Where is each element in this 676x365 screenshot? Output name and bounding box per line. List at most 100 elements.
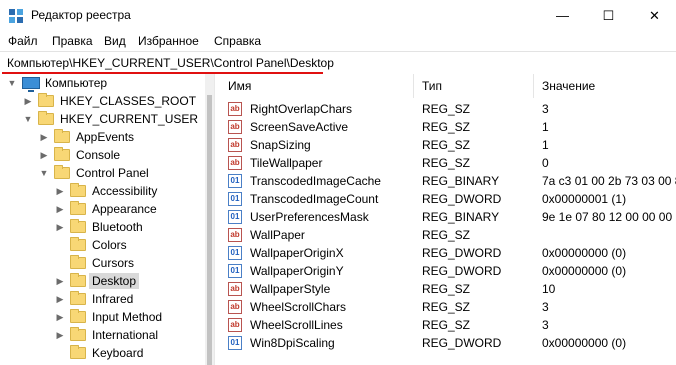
- value-name: RightOverlapChars: [250, 102, 353, 116]
- chevron-right-icon[interactable]: ▶: [38, 132, 50, 143]
- tree-item-infrared[interactable]: ▶ Infrared: [54, 290, 133, 308]
- binary-value-icon: 01: [228, 192, 242, 206]
- value-row[interactable]: ab SnapSizing REG_SZ 1: [220, 136, 676, 154]
- value-name: WallPaper: [250, 228, 305, 242]
- value-row[interactable]: 01 TranscodedImageCache REG_BINARY 7a c3 01…: [220, 172, 676, 190]
- computer-icon: [22, 77, 40, 92]
- tree-item-hkcu[interactable]: ▼ HKEY_CURRENT_USER: [22, 110, 198, 128]
- value-name: ScreenSaveActive: [250, 120, 349, 134]
- folder-icon: [70, 255, 86, 269]
- value-data: 10: [542, 282, 556, 296]
- tree-item-hkcr[interactable]: ▶ HKEY_CLASSES_ROOT: [22, 92, 196, 110]
- menu-view[interactable]: Вид: [104, 34, 126, 48]
- chevron-right-icon[interactable]: ▶: [54, 204, 66, 215]
- tree-item-input-method[interactable]: ▶ Input Method: [54, 308, 162, 326]
- binary-value-icon: 01: [228, 174, 242, 188]
- value-data: 3: [542, 102, 549, 116]
- string-value-icon: ab: [228, 318, 242, 332]
- tree-item-control-panel[interactable]: ▼ Control Panel: [38, 164, 149, 182]
- registry-editor-icon: [9, 9, 23, 23]
- value-row[interactable]: 01 TranscodedImageCount REG_DWORD 0x0000000…: [220, 190, 676, 208]
- close-button[interactable]: ✕: [632, 0, 676, 31]
- value-data: 0: [542, 156, 549, 170]
- tree-item-label: Accessibility: [92, 184, 158, 198]
- folder-icon: [54, 147, 70, 161]
- value-row[interactable]: 01 WallpaperOriginY REG_DWORD 0x00000000 (0…: [220, 262, 676, 280]
- tree-item-appearance[interactable]: ▶ Appearance: [54, 200, 157, 218]
- chevron-down-icon[interactable]: ▼: [22, 114, 34, 124]
- binary-value-icon: 01: [228, 246, 242, 260]
- title-bar[interactable]: Редактор реестра — ☐ ✕: [0, 0, 676, 31]
- value-row[interactable]: 01 WallpaperOriginX REG_DWORD 0x00000000 (0…: [220, 244, 676, 262]
- menu-edit[interactable]: Правка: [52, 34, 93, 48]
- value-row[interactable]: ab ScreenSaveActive REG_SZ 1: [220, 118, 676, 136]
- chevron-down-icon[interactable]: ▼: [6, 78, 18, 88]
- menu-favorites[interactable]: Избранное: [138, 34, 199, 48]
- value-row[interactable]: ab WallPaper REG_SZ: [220, 226, 676, 244]
- address-path[interactable]: Компьютер\HKEY_CURRENT_USER\Control Pane…: [7, 56, 334, 70]
- tree-item-cursors[interactable]: Cursors: [54, 254, 134, 272]
- tree-item-desktop[interactable]: ▶ Desktop: [54, 272, 140, 290]
- string-value-icon: ab: [228, 282, 242, 296]
- value-data: 3: [542, 318, 549, 332]
- string-value-icon: ab: [228, 120, 242, 134]
- chevron-right-icon[interactable]: ▶: [54, 294, 66, 305]
- value-type: REG_BINARY: [422, 210, 500, 224]
- tree-item-label: Компьютер: [45, 76, 108, 90]
- tree-item-console[interactable]: ▶ Console: [38, 146, 120, 164]
- tree-item-keyboard[interactable]: Keyboard: [54, 344, 143, 362]
- column-header-name[interactable]: Имя: [220, 74, 414, 98]
- tree-item-label: Console: [76, 148, 121, 162]
- minimize-button[interactable]: —: [540, 0, 585, 31]
- value-row[interactable]: 01 Win8DpiScaling REG_DWORD 0x00000000 (0): [220, 334, 676, 352]
- tree-item-bluetooth[interactable]: ▶ Bluetooth: [54, 218, 143, 236]
- value-name: Win8DpiScaling: [250, 336, 335, 350]
- value-name: TranscodedImageCount: [250, 192, 379, 206]
- column-header-label: Имя: [228, 79, 252, 93]
- chevron-right-icon[interactable]: ▶: [22, 96, 34, 107]
- value-row[interactable]: 01 UserPreferencesMask REG_BINARY 9e 1e 07 …: [220, 208, 676, 226]
- value-row[interactable]: ab WheelScrollLines REG_SZ 3: [220, 316, 676, 334]
- value-row[interactable]: ab WheelScrollChars REG_SZ 3: [220, 298, 676, 316]
- tree-item-label: Control Panel: [76, 166, 149, 180]
- value-type: REG_DWORD: [422, 246, 502, 260]
- maximize-button[interactable]: ☐: [586, 0, 631, 31]
- tree-item-label: Input Method: [92, 310, 163, 324]
- tree-item-label: Bluetooth: [92, 220, 143, 234]
- value-name: TranscodedImageCache: [250, 174, 381, 188]
- tree-item-international[interactable]: ▶ International: [54, 326, 158, 344]
- column-header-value[interactable]: Значение: [534, 74, 676, 98]
- menu-help[interactable]: Справка: [214, 34, 261, 48]
- chevron-down-icon[interactable]: ▼: [38, 168, 50, 178]
- tree-scrollbar-thumb[interactable]: [207, 95, 212, 365]
- value-data: 0x00000000 (0): [542, 246, 627, 260]
- value-data: 0x00000000 (0): [542, 264, 627, 278]
- chevron-right-icon[interactable]: ▶: [54, 276, 66, 287]
- tree-item-computer[interactable]: ▼ Компьютер: [6, 74, 107, 92]
- chevron-right-icon[interactable]: ▶: [54, 222, 66, 233]
- value-name: WheelScrollChars: [250, 300, 347, 314]
- chevron-right-icon[interactable]: ▶: [38, 150, 50, 161]
- folder-icon: [38, 111, 54, 125]
- tree-item-appevents[interactable]: ▶ AppEvents: [38, 128, 134, 146]
- chevron-right-icon[interactable]: ▶: [54, 186, 66, 197]
- value-name: UserPreferencesMask: [250, 210, 369, 224]
- tree-item-accessibility[interactable]: ▶ Accessibility: [54, 182, 157, 200]
- tree-item-label: Appearance: [92, 202, 157, 216]
- chevron-right-icon[interactable]: ▶: [54, 312, 66, 323]
- menu-file[interactable]: Файл: [8, 34, 38, 48]
- tree-item-colors[interactable]: Colors: [54, 236, 127, 254]
- value-row[interactable]: ab TileWallpaper REG_SZ 0: [220, 154, 676, 172]
- value-row[interactable]: ab RightOverlapChars REG_SZ 3: [220, 100, 676, 118]
- window-title: Редактор реестра: [31, 8, 131, 22]
- value-name: WallpaperStyle: [250, 282, 331, 296]
- value-name: WheelScrollLines: [250, 318, 343, 332]
- value-row[interactable]: ab WallpaperStyle REG_SZ 10: [220, 280, 676, 298]
- value-type: REG_SZ: [422, 228, 471, 242]
- chevron-right-icon[interactable]: ▶: [54, 330, 66, 341]
- value-type: REG_SZ: [422, 282, 471, 296]
- folder-icon: [70, 237, 86, 251]
- string-value-icon: ab: [228, 228, 242, 242]
- column-header-type[interactable]: Тип: [414, 74, 534, 98]
- value-data: 1: [542, 138, 549, 152]
